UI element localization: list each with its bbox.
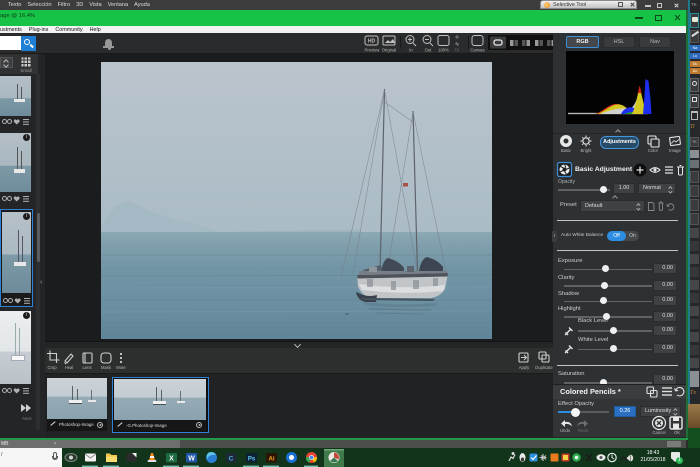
svg-text:More: More (116, 365, 126, 370)
svg-text:X: X (169, 456, 174, 463)
svg-text:Crop: Crop (47, 365, 57, 370)
svg-text:Ai: Ai (269, 456, 275, 462)
svg-text:C: C (229, 456, 234, 463)
svg-text:W: W (188, 456, 195, 463)
svg-text:Apply: Apply (519, 365, 530, 370)
svg-text:Original: Original (382, 48, 396, 53)
svg-text:Lens: Lens (82, 365, 91, 370)
svg-text:In: In (409, 48, 413, 53)
svg-text:Ps: Ps (248, 456, 256, 462)
svg-text:Canvas: Canvas (470, 48, 484, 53)
svg-text:100%: 100% (438, 48, 449, 53)
svg-text:Fit: Fit (455, 48, 460, 53)
svg-text:Heal: Heal (65, 365, 74, 370)
svg-text:HD: HD (368, 39, 376, 45)
svg-text:Duplicate: Duplicate (535, 365, 553, 370)
svg-text:Preview: Preview (365, 48, 381, 53)
svg-text:Mask: Mask (101, 365, 112, 370)
svg-text:Out: Out (425, 48, 433, 53)
